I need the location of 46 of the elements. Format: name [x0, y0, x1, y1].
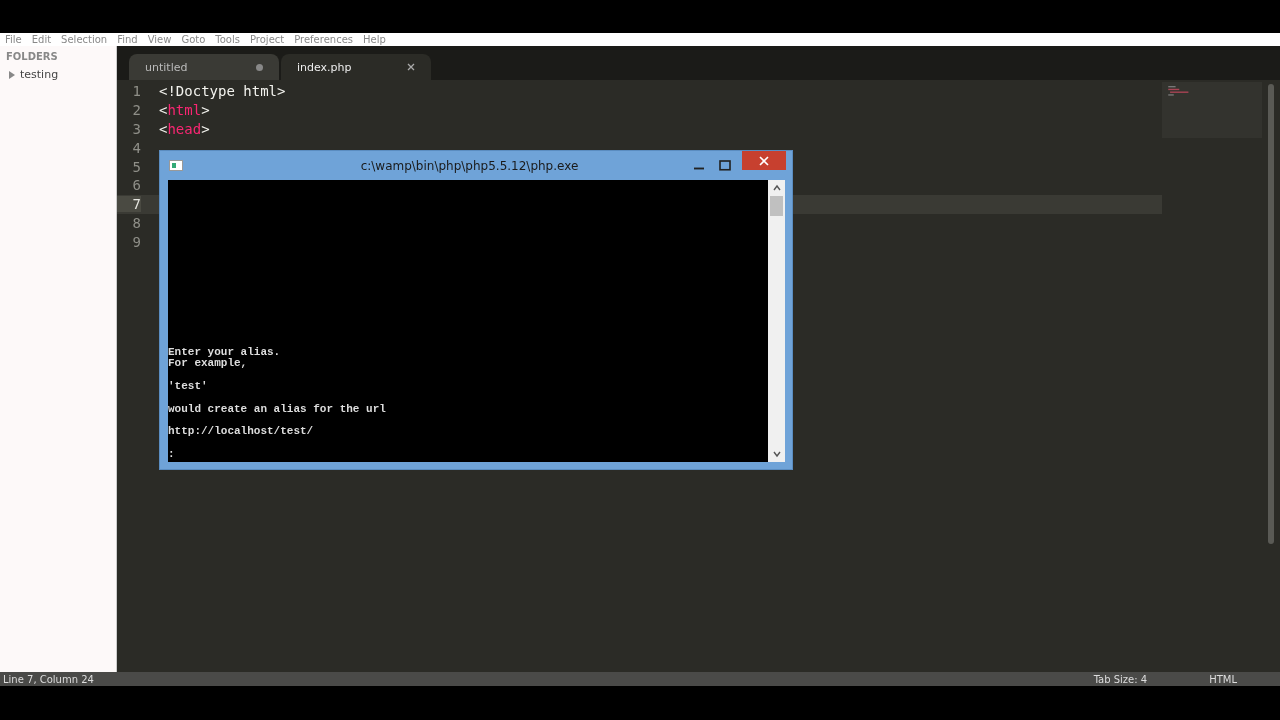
close-icon[interactable] — [407, 63, 415, 71]
sidebar-heading: FOLDERS — [6, 51, 59, 62]
line-number: 5 — [131, 158, 141, 175]
line-number: 9 — [131, 233, 141, 250]
code-line: <head> — [159, 121, 210, 137]
line-number: 1 — [131, 83, 141, 100]
menu-item[interactable]: File — [5, 33, 22, 46]
folder-item[interactable]: testing — [20, 68, 59, 81]
console-line: : — [168, 447, 175, 460]
disclosure-triangle-icon[interactable] — [8, 70, 16, 79]
menu-item[interactable]: Project — [250, 33, 285, 46]
menu-item[interactable]: Preferences — [294, 33, 354, 46]
window-title: c:\wamp\bin\php\php5.5.12\php.exe — [359, 158, 580, 173]
file-tab[interactable]: index.php — [281, 54, 431, 80]
menu-item[interactable]: View — [147, 33, 172, 46]
scroll-up-icon[interactable] — [771, 184, 782, 192]
console-line: Enter your alias. — [168, 346, 281, 359]
menu-item[interactable]: Goto — [181, 33, 206, 46]
menu-item[interactable]: Selection — [61, 33, 108, 46]
line-number: 4 — [131, 139, 141, 156]
close-button[interactable] — [742, 151, 786, 170]
scroll-down-icon[interactable] — [771, 450, 782, 458]
syntax-mode[interactable]: HTML — [1209, 673, 1237, 685]
console-line: http://localhost/test/ — [168, 425, 314, 438]
console-app-icon — [169, 160, 183, 171]
code-line: <html> — [159, 102, 210, 119]
code-line: <!Doctype html> — [159, 83, 286, 100]
menu-item[interactable]: Find — [117, 33, 138, 46]
unsaved-dot-icon — [256, 63, 263, 71]
tab-size[interactable]: Tab Size: 4 — [1093, 673, 1148, 685]
scroll-thumb[interactable] — [770, 196, 783, 216]
line-number: 2 — [131, 102, 141, 119]
line-number: 6 — [131, 177, 141, 194]
console-line: For example, — [168, 357, 248, 370]
menu-item[interactable]: Edit — [31, 33, 52, 46]
cursor-position: Line 7, Column 24 — [3, 673, 94, 685]
line-number: 3 — [131, 121, 141, 137]
console-line: would create an alias for the url — [168, 402, 386, 415]
scrollbar[interactable] — [768, 180, 785, 462]
console-line: 'test' — [168, 379, 208, 392]
file-tab[interactable]: untitled — [129, 54, 279, 80]
line-number: 8 — [131, 214, 141, 231]
menu-item[interactable]: Tools — [215, 33, 240, 46]
scrollbar[interactable] — [1268, 84, 1274, 544]
menu-item[interactable]: Help — [363, 33, 386, 46]
line-number: 7 — [117, 196, 141, 213]
